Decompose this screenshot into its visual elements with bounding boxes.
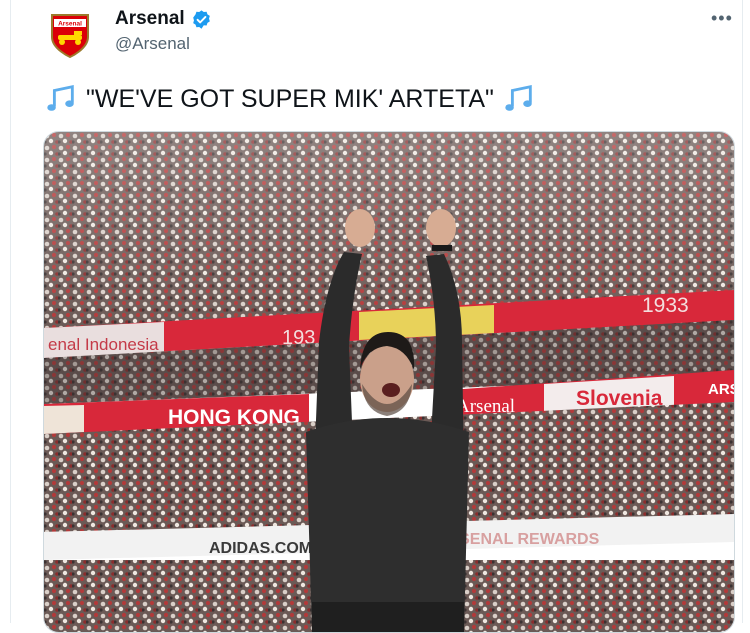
handle[interactable]: @Arsenal: [115, 34, 190, 54]
more-options-icon[interactable]: •••: [711, 8, 733, 29]
board-indonesia: enal Indonesia: [48, 335, 159, 354]
tweet-card: Arsenal Arsenal @Arsenal ••• "WE'VE GOT …: [10, 0, 743, 633]
verified-badge-icon: [192, 9, 210, 29]
avatar[interactable]: Arsenal: [44, 9, 96, 61]
board-adidas: ADIDAS.COM: [209, 540, 312, 557]
avatar-crest-text: Arsenal: [58, 21, 82, 28]
board-ars: ARS: [708, 381, 734, 398]
author-name-row: Arsenal: [115, 8, 212, 30]
tweet-photo[interactable]: enal Indonesia 193 1933 HONG KONG Arsena…: [43, 131, 735, 633]
arsenal-crest-icon: Arsenal: [51, 14, 89, 59]
musical-notes-icon: [502, 82, 535, 116]
tweet-text: "WE'VE GOT SUPER MIK' ARTETA": [44, 82, 536, 116]
stadium-photo: enal Indonesia 193 1933 HONG KONG Arsena…: [44, 132, 734, 632]
display-name[interactable]: Arsenal: [115, 8, 185, 30]
musical-notes-icon: [44, 82, 78, 116]
board-year-right: 1933: [642, 294, 689, 317]
tweet-body: "WE'VE GOT SUPER MIK' ARTETA": [86, 84, 494, 113]
